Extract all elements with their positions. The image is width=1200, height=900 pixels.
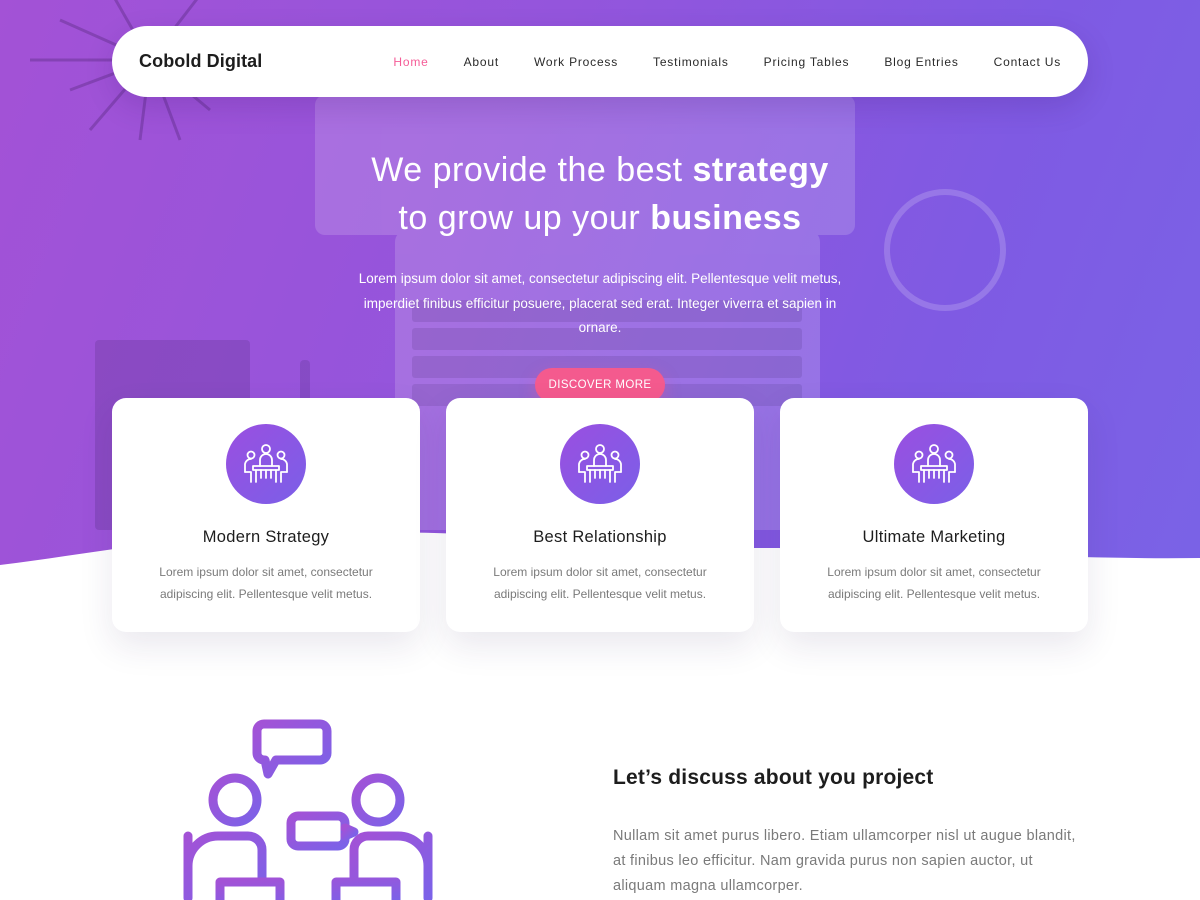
feature-card-best-relationship: Best Relationship Lorem ipsum dolor sit … <box>446 398 754 632</box>
discover-more-button[interactable]: DISCOVER MORE <box>535 368 665 402</box>
discuss-section-text: Nullam sit amet purus libero. Etiam ulla… <box>613 828 1076 894</box>
hero-lead-text: Lorem ipsum dolor sit amet, consectetur … <box>358 271 842 335</box>
nav-item-contact-us[interactable]: Contact Us <box>994 55 1061 69</box>
card-title: Modern Strategy <box>202 528 330 546</box>
card-text: Lorem ipsum dolor sit amet, consectetur … <box>493 565 707 601</box>
card-text: Lorem ipsum dolor sit amet, consectetur … <box>159 565 373 601</box>
nav-item-work-process[interactable]: Work Process <box>534 55 618 69</box>
nav-item-testimonials[interactable]: Testimonials <box>653 55 729 69</box>
card-title: Best Relationship <box>533 528 667 546</box>
meeting-table-icon <box>560 424 640 504</box>
coffee-mug-illustration <box>884 189 1006 311</box>
card-text: Lorem ipsum dolor sit amet, consectetur … <box>827 565 1041 601</box>
meeting-table-icon <box>894 424 974 504</box>
feature-card-ultimate-marketing: Ultimate Marketing Lorem ipsum dolor sit… <box>780 398 1088 632</box>
feature-card-modern-strategy: Modern Strategy Lorem ipsum dolor sit am… <box>112 398 420 632</box>
discussion-people-icon <box>183 719 433 900</box>
discuss-section-title: Let’s discuss about you project <box>613 766 934 789</box>
headline-line1-bold: strategy <box>692 151 829 189</box>
main-nav: Home About Work Process Testimonials Pri… <box>358 55 1061 69</box>
card-title: Ultimate Marketing <box>862 528 1006 546</box>
headline-line2-bold: business <box>650 199 802 237</box>
nav-item-home[interactable]: Home <box>393 55 428 69</box>
meeting-table-icon <box>226 424 306 504</box>
hero-headline: We provide the best strategy to grow up … <box>300 146 900 242</box>
headline-line1-text: We provide the best <box>371 151 693 189</box>
brand-logo[interactable]: Cobold Digital <box>139 51 262 72</box>
nav-item-about[interactable]: About <box>464 55 499 69</box>
nav-item-pricing-tables[interactable]: Pricing Tables <box>764 55 850 69</box>
nav-item-blog-entries[interactable]: Blog Entries <box>884 55 958 69</box>
navbar: Cobold Digital Home About Work Process T… <box>112 26 1088 97</box>
headline-line2-text: to grow up your <box>398 199 651 237</box>
